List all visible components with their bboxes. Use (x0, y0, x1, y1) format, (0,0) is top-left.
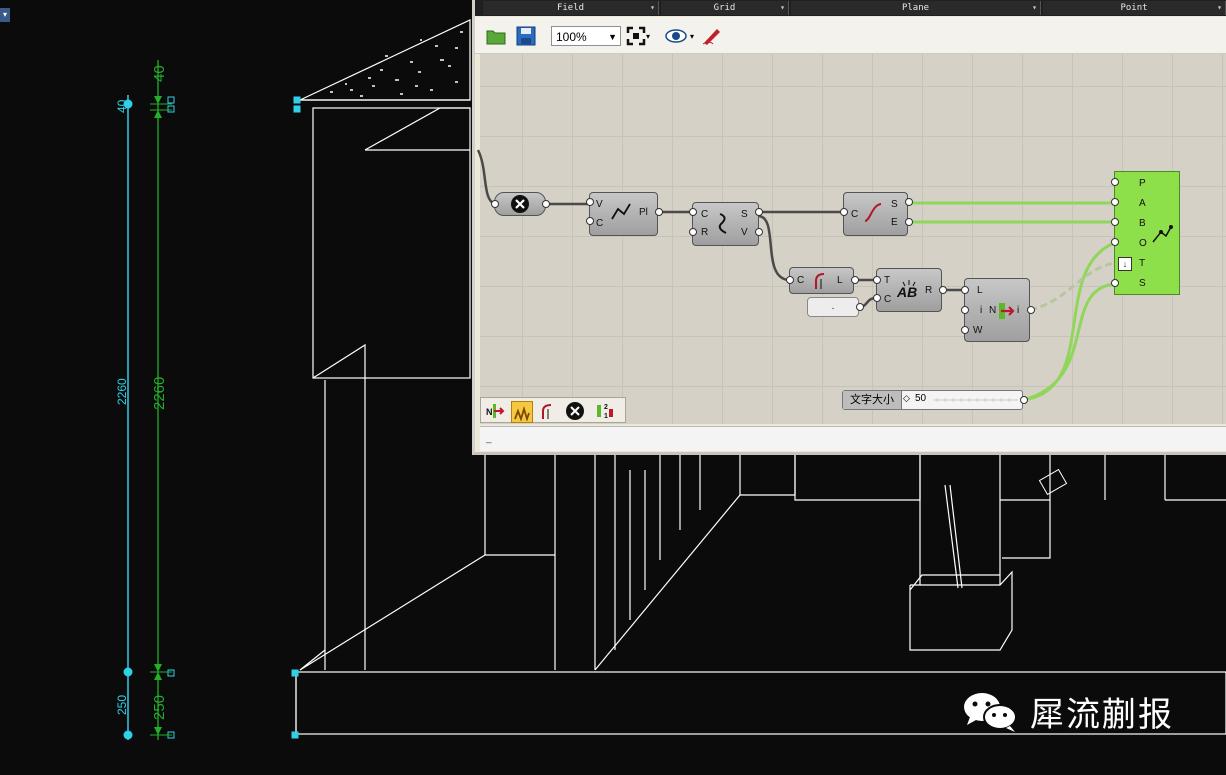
pin[interactable] (905, 198, 913, 206)
length-component[interactable]: C L (789, 267, 854, 294)
zoom-select[interactable]: 100% ▼ (551, 26, 621, 46)
length-mini-icon[interactable] (539, 401, 559, 421)
dim-green-40: 40 (151, 65, 168, 82)
slider-label: 文字大小 (843, 391, 902, 409)
length-icon (815, 273, 825, 289)
pin[interactable] (961, 286, 969, 294)
pin[interactable] (873, 276, 881, 284)
pin[interactable] (491, 200, 499, 208)
pin[interactable] (655, 208, 663, 216)
slider-track (933, 398, 1018, 402)
svg-text:N: N (486, 407, 493, 417)
tab-grid[interactable]: Grid ▾ (661, 1, 789, 15)
text-tag-icon (1152, 225, 1173, 243)
pin[interactable] (689, 208, 697, 216)
sort-mini-icon[interactable]: 21 (595, 401, 615, 421)
pin[interactable] (1020, 396, 1028, 404)
pin[interactable] (1111, 279, 1119, 287)
component-tab-strip: Field ▾ Grid ▾ Plane ▾ Point ▾ (475, 0, 1226, 16)
pin[interactable] (961, 306, 969, 314)
watermark: 犀流蒯报 (960, 688, 1174, 735)
pin[interactable] (1111, 238, 1119, 246)
pin[interactable] (542, 200, 550, 208)
shatter-component[interactable]: C R S V (692, 202, 759, 246)
pin[interactable] (840, 208, 848, 216)
pin[interactable] (755, 228, 763, 236)
preview-dropdown-icon[interactable]: ▾ (687, 25, 697, 47)
pin[interactable] (586, 198, 594, 206)
pin[interactable] (939, 286, 947, 294)
polyline-icon (611, 203, 631, 220)
tab-plane[interactable]: Plane ▾ (791, 1, 1041, 15)
dim-cyan-2260: 2260 (115, 378, 129, 405)
viewport-dropdown[interactable]: ▾ (0, 8, 10, 22)
pin[interactable] (755, 208, 763, 216)
pin[interactable] (856, 303, 864, 311)
concatenate-component[interactable]: T C AB R (876, 268, 942, 312)
pin[interactable] (1027, 306, 1035, 314)
wechat-logo-icon (964, 693, 1017, 732)
pin[interactable] (851, 276, 859, 284)
item-arrow-icon (999, 303, 1015, 319)
dim-green-250: 250 (151, 695, 168, 720)
tab-field[interactable]: Field ▾ (483, 1, 659, 15)
canvas-toolbar: 100% ▼ ▾ ▾ (475, 17, 1226, 54)
svg-text:AB: AB (896, 284, 917, 300)
text-size-slider[interactable]: 文字大小 ◇ 50 (842, 390, 1023, 410)
minimized-components-bar: N 21 (480, 397, 626, 423)
flatten-marker-icon: ↓ (1118, 257, 1132, 271)
text-tag-component[interactable]: P A B O T S ↓ (1114, 171, 1180, 295)
polyline-component[interactable]: V C Pl (589, 192, 658, 236)
status-bar: _ (480, 426, 1226, 451)
preview-eye-icon[interactable] (665, 25, 687, 47)
sketch-pen-icon[interactable] (701, 25, 723, 47)
dim-green-2260: 2260 (151, 377, 168, 410)
dim-cyan-40: 40 (115, 99, 129, 113)
text-panel[interactable]: . (807, 297, 859, 317)
svg-text:2: 2 (604, 404, 608, 411)
open-folder-icon[interactable] (485, 25, 507, 47)
dim-cyan-250: 250 (115, 695, 129, 715)
number-item-component[interactable]: L i W N i (964, 278, 1030, 342)
pin[interactable] (873, 294, 881, 302)
pin[interactable] (961, 326, 969, 334)
save-icon[interactable] (515, 25, 537, 47)
data-recorder-mini-icon[interactable] (511, 401, 533, 423)
slider-diamond-icon: ◇ (903, 393, 910, 403)
shatter-icon (718, 213, 727, 234)
endpoints-icon (864, 203, 882, 222)
cull-mini-icon[interactable] (565, 401, 585, 421)
concatenate-icon: AB (896, 280, 917, 300)
endpoints-component[interactable]: C S E (843, 192, 908, 236)
pin[interactable] (786, 276, 794, 284)
cull-component[interactable] (494, 192, 546, 216)
pin[interactable] (689, 228, 697, 236)
pin[interactable] (1111, 198, 1119, 206)
pin[interactable] (1111, 218, 1119, 226)
pin[interactable] (905, 218, 913, 226)
pin[interactable] (586, 217, 594, 225)
zoom-extents-dropdown-icon[interactable]: ▾ (643, 25, 653, 47)
watermark-text: 犀流蒯报 (1030, 694, 1174, 735)
list-item-mini-icon[interactable]: N (485, 401, 505, 421)
pin[interactable] (1111, 178, 1119, 186)
tab-point[interactable]: Point ▾ (1043, 1, 1226, 15)
svg-text:1: 1 (604, 413, 608, 420)
